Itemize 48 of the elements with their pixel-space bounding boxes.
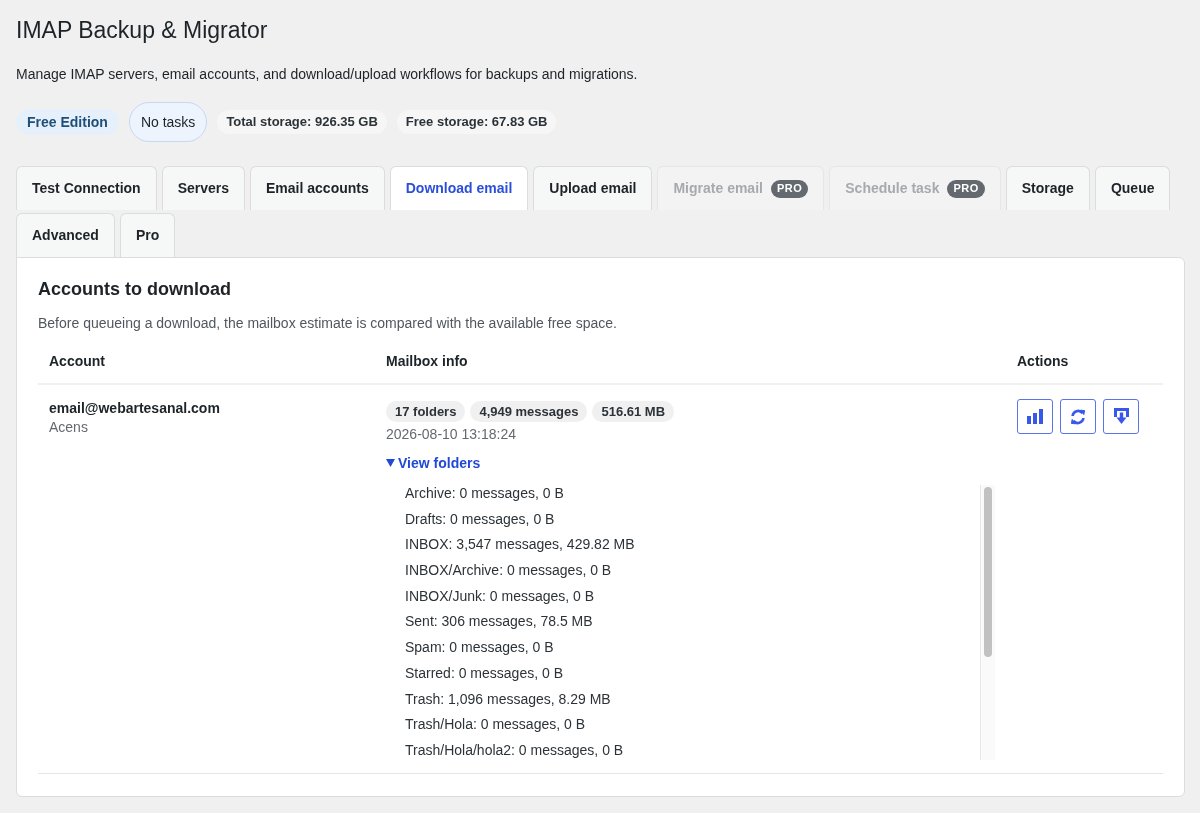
- storage-badge: Total storage: 926.35 GB: [217, 110, 387, 134]
- pro-badge: PRO: [947, 179, 985, 198]
- column-header: Actions: [1017, 352, 1069, 371]
- pro-badge: PRO: [770, 179, 809, 198]
- stats-button[interactable]: [1017, 399, 1053, 434]
- tab[interactable]: Advanced: [16, 213, 115, 257]
- tab[interactable]: Queue: [1094, 166, 1171, 210]
- stat-chip: 17 folders: [386, 401, 466, 422]
- folder-item: Trash/Hola/hola2: 0 messages, 0 B: [405, 740, 624, 760]
- folder-item: INBOX/Junk: 0 messages, 0 B: [405, 586, 595, 606]
- caret-icon: [386, 459, 395, 467]
- storage-badge: Free storage: 67.83 GB: [396, 110, 557, 134]
- account-server: Acens: [49, 418, 88, 437]
- folder-item: Drafts: 0 messages, 0 B: [405, 509, 555, 529]
- download-button[interactable]: [1103, 399, 1139, 434]
- tab[interactable]: Storage: [1005, 166, 1090, 210]
- section-title: Accounts to download: [38, 278, 232, 301]
- account-email: email@webartesanal.com: [49, 399, 220, 418]
- section-description: Before queueing a download, the mailbox estimate is compared with the available free space.: [38, 314, 618, 333]
- tab[interactable]: Download email: [389, 166, 529, 210]
- updated-time: 2026-08-10 13:18:24: [386, 425, 516, 444]
- page-description: Manage IMAP servers, email accounts, and download/upload workflows for backups and migrations.: [16, 65, 639, 84]
- scrollbar-thumb[interactable]: [984, 487, 992, 657]
- download-icon: [1113, 408, 1129, 425]
- tab[interactable]: Test Connection: [16, 166, 157, 210]
- refresh-icon: [1070, 408, 1086, 425]
- column-header: Account: [49, 352, 105, 371]
- stat-chip: 516.61 MB: [592, 401, 675, 422]
- edition-badge: Free Edition: [16, 109, 119, 135]
- folder-item: Starred: 0 messages, 0 B: [405, 663, 563, 683]
- folder-item: INBOX: 3,547 messages, 429.82 MB: [405, 535, 635, 555]
- folder-item: Spam: 0 messages, 0 B: [405, 638, 554, 658]
- tab[interactable]: Servers: [161, 166, 246, 210]
- stat-chip: 4,949 messages: [470, 401, 588, 422]
- folder-item: Archive: 0 messages, 0 B: [405, 484, 564, 503]
- folder-item: Sent: 306 messages, 78.5 MB: [405, 612, 593, 632]
- refresh-button[interactable]: [1060, 399, 1096, 434]
- column-header: Mailbox info: [386, 352, 468, 371]
- bar-chart-icon: [1027, 409, 1043, 424]
- folder-item: Trash/Hola: 0 messages, 0 B: [405, 715, 585, 735]
- tab[interactable]: Upload email: [533, 166, 653, 210]
- folder-item: INBOX/Archive: 0 messages, 0 B: [405, 561, 612, 581]
- page-title: IMAP Backup & Migrator: [16, 16, 269, 45]
- tab[interactable]: Email accounts: [250, 166, 385, 210]
- status-badge: No tasks: [128, 102, 208, 142]
- tab[interactable]: Pro: [119, 213, 176, 257]
- folder-item: Trash: 1,096 messages, 8.29 MB: [405, 689, 611, 709]
- view-folders-toggle[interactable]: View folders: [386, 453, 481, 473]
